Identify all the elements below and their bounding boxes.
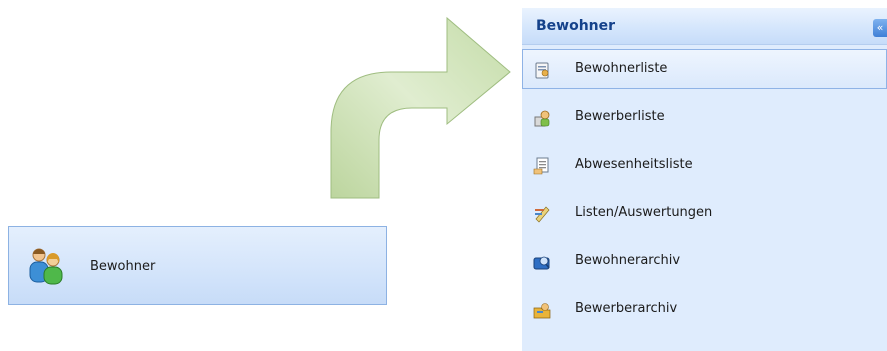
panel-item-label: Bewohnerarchiv bbox=[575, 253, 681, 268]
panel-item-bewohnerliste[interactable]: Bewohnerliste bbox=[522, 49, 887, 89]
panel-header: Bewohner « bbox=[522, 8, 887, 45]
nav-button-label: Bewohner bbox=[90, 259, 156, 274]
applicant-list-icon bbox=[534, 110, 550, 127]
panel-item-label: Bewohnerliste bbox=[575, 61, 668, 76]
panel-item-label: Abwesenheitsliste bbox=[575, 157, 693, 172]
people-icon bbox=[29, 248, 63, 285]
panel-item-bewerberarchiv[interactable]: Bewerberarchiv bbox=[522, 289, 887, 329]
resident-list-icon bbox=[535, 62, 549, 79]
panel-item-abwesenheitsliste[interactable]: Abwesenheitsliste bbox=[522, 145, 887, 185]
panel-item-bewerberliste[interactable]: Bewerberliste bbox=[522, 97, 887, 137]
panel-item-label: Bewerberliste bbox=[575, 109, 665, 124]
collapse-button[interactable]: « bbox=[873, 19, 887, 37]
absence-list-icon bbox=[533, 157, 549, 175]
applicant-archive-icon bbox=[533, 303, 551, 319]
nav-button-bewohner[interactable]: Bewohner bbox=[8, 226, 387, 305]
reports-icon bbox=[535, 206, 550, 223]
panel-item-label: Bewerberarchiv bbox=[575, 301, 678, 316]
panel-item-label: Listen/Auswertungen bbox=[575, 205, 713, 220]
panel-title: Bewohner bbox=[536, 18, 616, 34]
panel-item-listen-auswertungen[interactable]: Listen/Auswertungen bbox=[522, 193, 887, 233]
resident-archive-icon bbox=[533, 256, 550, 270]
collapse-icon: « bbox=[876, 21, 884, 34]
bewohner-panel: Bewohner « Bewohnerliste Bewerberliste A… bbox=[522, 8, 887, 351]
panel-item-bewohnerarchiv[interactable]: Bewohnerarchiv bbox=[522, 241, 887, 281]
